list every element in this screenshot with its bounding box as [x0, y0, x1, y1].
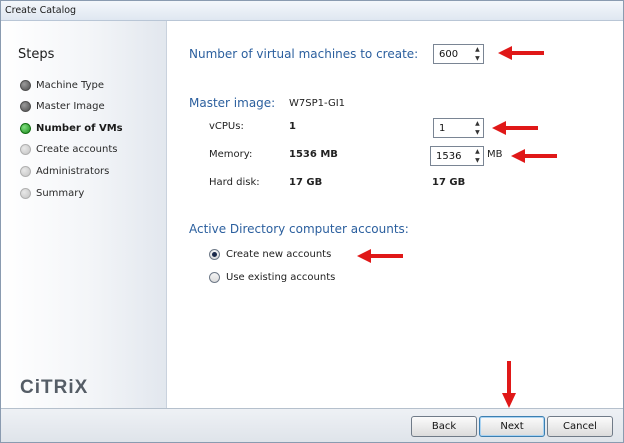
master-image-name: W7SP1-GI1	[289, 98, 346, 109]
red-arrow-icon	[492, 121, 538, 135]
vcpus-stepper[interactable]: ▲▼	[433, 118, 484, 138]
step-done-icon	[20, 100, 31, 112]
memory-label: Memory:	[209, 149, 253, 160]
step-administrators: Administrators	[20, 164, 109, 178]
spin-arrows-icon[interactable]: ▲ ▼	[474, 120, 481, 136]
radio-label: Create new accounts	[226, 248, 332, 260]
memory-input[interactable]	[431, 150, 474, 162]
step-label: Master Image	[36, 100, 105, 112]
step-summary: Summary	[20, 186, 84, 200]
step-active-icon	[20, 122, 31, 134]
red-arrow-icon	[502, 361, 516, 408]
step-number-of-vms: Number of VMs	[20, 121, 123, 135]
step-label: Machine Type	[36, 79, 105, 91]
citrix-logo: CiTRiX	[20, 377, 89, 398]
memory-unit: MB	[487, 149, 503, 160]
next-button[interactable]: Next	[479, 416, 545, 437]
step-master-image: Master Image	[20, 99, 105, 113]
step-label: Summary	[36, 187, 85, 199]
cancel-button[interactable]: Cancel	[547, 416, 613, 437]
red-arrow-icon	[511, 149, 557, 163]
red-arrow-icon	[357, 249, 403, 263]
hard-disk-label: Hard disk:	[209, 177, 260, 188]
radio-checked-icon[interactable]	[209, 248, 220, 260]
title-bar: Create Catalog	[1, 1, 623, 21]
step-label: Create accounts	[36, 143, 118, 155]
step-pending-icon	[20, 143, 31, 155]
vcpus-label: vCPUs:	[209, 121, 244, 132]
wizard-footer: Back Next Cancel	[1, 408, 623, 442]
step-label: Number of VMs	[36, 122, 123, 134]
spin-arrows-icon[interactable]: ▲ ▼	[474, 148, 481, 164]
ad-accounts-heading: Active Directory computer accounts:	[189, 222, 409, 236]
hard-disk-value: 17 GB	[289, 177, 323, 188]
spin-arrows-icon[interactable]: ▲ ▼	[474, 46, 481, 62]
step-pending-icon	[20, 187, 31, 199]
master-image-label: Master image:	[189, 96, 276, 110]
step-done-icon	[20, 79, 31, 91]
vcpus-value: 1	[289, 121, 296, 132]
steps-title: Steps	[18, 47, 55, 62]
main-content: Number of virtual machines to create: ▲▼…	[168, 21, 623, 408]
vm-count-label: Number of virtual machines to create:	[189, 47, 419, 61]
radio-unchecked-icon[interactable]	[209, 271, 220, 283]
create-catalog-window: Create Catalog Steps Machine Type Master…	[0, 0, 624, 443]
red-arrow-icon	[498, 46, 544, 60]
vm-count-stepper[interactable]: ▲▼	[433, 44, 484, 64]
back-button[interactable]: Back	[411, 416, 477, 437]
memory-stepper[interactable]: ▲▼	[430, 146, 484, 166]
step-machine-type: Machine Type	[20, 78, 104, 92]
steps-sidebar: Steps Machine Type Master Image Number o…	[1, 21, 167, 408]
vcpus-input[interactable]	[434, 122, 474, 134]
window-title: Create Catalog	[5, 5, 77, 16]
step-pending-icon	[20, 165, 31, 177]
radio-create-new-accounts[interactable]: Create new accounts	[209, 247, 331, 261]
radio-label: Use existing accounts	[226, 271, 336, 283]
vm-count-input[interactable]	[434, 48, 474, 60]
step-label: Administrators	[36, 165, 110, 177]
hard-disk-value-secondary: 17 GB	[432, 177, 466, 188]
radio-use-existing-accounts[interactable]: Use existing accounts	[209, 270, 335, 284]
memory-value: 1536 MB	[289, 149, 338, 160]
step-create-accounts: Create accounts	[20, 142, 117, 156]
